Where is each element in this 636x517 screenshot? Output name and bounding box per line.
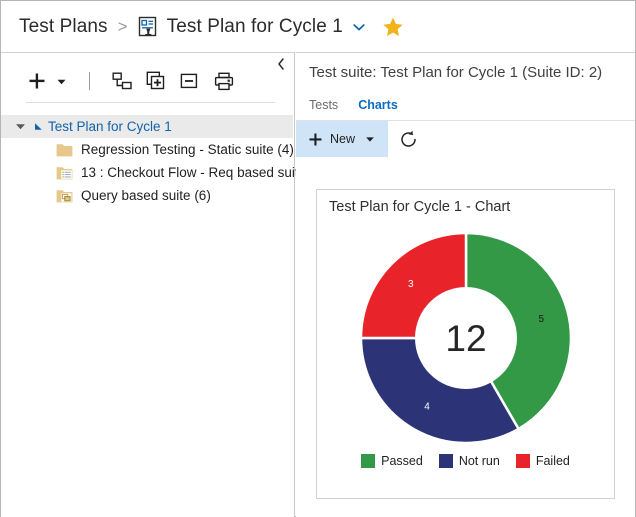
refresh-icon (399, 130, 418, 149)
test-suite-tree-panel: Test Plan for Cycle 1 Regression Testing… (1, 52, 295, 517)
tree-item-label: Query based suite (6) (81, 188, 211, 203)
new-chart-label: New (330, 132, 355, 146)
expand-all-icon (146, 71, 167, 91)
chart-title: Test Plan for Cycle 1 - Chart (329, 199, 510, 215)
breadcrumb-root-link[interactable]: Test Plans (19, 16, 108, 38)
legend-label-not-run: Not run (459, 454, 500, 468)
charts-command-bar: New (296, 121, 635, 157)
tree-item-label: Regression Testing - Static suite (4) (81, 142, 294, 157)
tab-charts[interactable]: Charts (358, 98, 398, 114)
print-button[interactable] (207, 66, 241, 96)
plus-icon (27, 71, 47, 91)
breadcrumb: Test Plans > Test Plan for Cycle 1 (1, 1, 635, 52)
new-chart-button[interactable]: New (296, 121, 388, 157)
legend-item-not-run[interactable]: Not run (439, 454, 500, 468)
print-icon (214, 72, 234, 91)
legend-item-failed[interactable]: Failed (516, 454, 570, 468)
caret-down-icon (56, 76, 67, 87)
collapse-all-icon (180, 72, 200, 90)
test-plans-window: Test Plans > Test Plan for Cycle 1 (0, 0, 636, 517)
collapse-all-button[interactable] (173, 66, 207, 96)
new-suite-button[interactable] (27, 66, 67, 96)
toolbar-rule (26, 102, 275, 103)
chart-legend: Passed Not run Failed (317, 454, 614, 468)
plus-icon (308, 132, 323, 147)
legend-label-passed: Passed (381, 454, 423, 468)
toolbar-divider (89, 72, 90, 90)
donut-label-passed: 5 (538, 314, 544, 325)
tree-row-root[interactable]: Test Plan for Cycle 1 (1, 115, 293, 138)
chevron-down-icon[interactable] (352, 20, 366, 34)
hierarchy-button[interactable] (105, 66, 139, 96)
folder-query-suite-icon (56, 188, 73, 203)
test-suite-tree: Test Plan for Cycle 1 Regression Testing… (1, 115, 293, 207)
legend-swatch-not-run (439, 454, 453, 468)
folder-requirement-suite-icon (56, 165, 73, 180)
tree-toolbar (1, 62, 293, 100)
expand-all-button[interactable] (139, 66, 173, 96)
tree-item-label: 13 : Checkout Flow - Req based suite (2) (81, 165, 326, 180)
legend-swatch-failed (516, 454, 530, 468)
legend-item-passed[interactable]: Passed (361, 454, 423, 468)
tree-row-requirement-suite[interactable]: 13 : Checkout Flow - Req based suite (2) (1, 161, 293, 184)
donut-label-not-run: 4 (424, 402, 430, 413)
donut-chart: 12 5 4 3 (317, 223, 614, 453)
detail-tabs: Tests Charts (309, 98, 398, 114)
test-plan-icon (137, 16, 158, 37)
legend-label-failed: Failed (536, 454, 570, 468)
refresh-button[interactable] (388, 121, 428, 157)
tab-tests[interactable]: Tests (309, 98, 338, 114)
hierarchy-icon (112, 72, 133, 91)
donut-chart-svg: 12 5 4 3 (355, 227, 577, 449)
suite-title: Test suite: Test Plan for Cycle 1 (Suite… (309, 64, 602, 81)
donut-label-failed: 3 (408, 279, 414, 290)
folder-static-suite-icon (56, 142, 73, 157)
breadcrumb-current-plan: Test Plan for Cycle 1 (167, 16, 343, 38)
donut-center-total: 12 (445, 318, 486, 359)
test-suite-detail-panel: Test suite: Test Plan for Cycle 1 (Suite… (296, 52, 635, 517)
breadcrumb-separator: > (118, 17, 128, 37)
tree-row-static-suite[interactable]: Regression Testing - Static suite (4) (1, 138, 293, 161)
chart-card[interactable]: Test Plan for Cycle 1 - Chart 12 5 4 3 (316, 189, 615, 499)
star-icon[interactable] (382, 16, 404, 38)
legend-swatch-passed (361, 454, 375, 468)
expander-triangle-icon[interactable] (15, 121, 26, 132)
node-triangle-icon (34, 122, 43, 131)
tree-row-query-suite[interactable]: Query based suite (6) (1, 184, 293, 207)
caret-down-icon (365, 134, 375, 144)
tree-root-label: Test Plan for Cycle 1 (48, 119, 172, 134)
